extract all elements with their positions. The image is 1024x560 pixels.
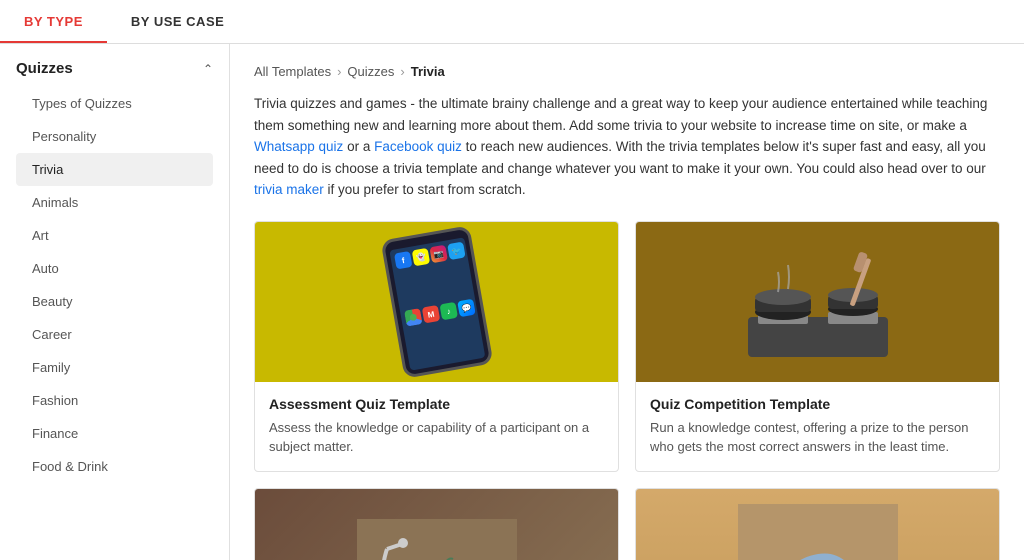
sidebar-item-finance[interactable]: Finance [16,417,213,450]
card-competition-title: Quiz Competition Template [650,396,985,412]
sidebar-item-fashion[interactable]: Fashion [16,384,213,417]
tab-by-type[interactable]: BY TYPE [0,0,107,43]
health-svg [357,519,517,560]
sidebar-section-quizzes: Quizzes ⌃ Types of Quizzes Personality T… [0,44,229,483]
card-assessment-image: f 👻 📷 🐦 M ♪ 💬 [255,222,618,382]
card-health[interactable] [254,488,619,560]
sidebar-item-types-of-quizzes[interactable]: Types of Quizzes [16,87,213,120]
cards-grid: f 👻 📷 🐦 M ♪ 💬 As [254,221,1000,560]
sidebar-item-animals[interactable]: Animals [16,186,213,219]
sidebar: Quizzes ⌃ Types of Quizzes Personality T… [0,44,230,560]
content-area: All Templates › Quizzes › Trivia Trivia … [230,44,1024,560]
main-layout: Quizzes ⌃ Types of Quizzes Personality T… [0,44,1024,560]
description-text-2: or a [343,139,374,154]
twitter-app-icon: 🐦 [447,242,466,261]
chrome-app-icon [404,308,423,327]
card-health-image [255,489,618,560]
sidebar-item-auto[interactable]: Auto [16,252,213,285]
sidebar-item-family[interactable]: Family [16,351,213,384]
trivia-maker-link[interactable]: trivia maker [254,182,324,197]
sidebar-item-art[interactable]: Art [16,219,213,252]
phone-mockup-container: f 👻 📷 🐦 M ♪ 💬 [380,225,493,379]
card-quiz-competition[interactable]: Quiz Competition Template Run a knowledg… [635,221,1000,472]
breadcrumb-current: Trivia [411,64,445,79]
cooking-svg [738,237,898,367]
card-assessment-desc: Assess the knowledge or capability of a … [269,418,604,457]
sidebar-section-header: Quizzes ⌃ [16,60,213,77]
facebook-app-icon: f [393,251,412,270]
sidebar-item-career[interactable]: Career [16,318,213,351]
phone-mockup: f 👻 📷 🐦 M ♪ 💬 [380,225,493,379]
spotify-app-icon: ♪ [439,302,458,321]
instagram-app-icon: 📷 [429,245,448,264]
chevron-up-icon[interactable]: ⌃ [203,62,213,76]
description-text-4: if you prefer to start from scratch. [324,182,526,197]
sidebar-section-title: Quizzes [16,60,73,77]
card-assessment-body: Assessment Quiz Template Assess the know… [255,382,618,471]
card-assessment-quiz[interactable]: f 👻 📷 🐦 M ♪ 💬 As [254,221,619,472]
breadcrumb-sep-1: › [337,64,341,79]
sidebar-item-trivia[interactable]: Trivia [16,153,213,186]
page-description: Trivia quizzes and games - the ultimate … [254,93,1000,201]
description-text-1: Trivia quizzes and games - the ultimate … [254,96,987,133]
sidebar-item-beauty[interactable]: Beauty [16,285,213,318]
gmail-app-icon: M [421,305,440,324]
sidebar-item-food-drink[interactable]: Food & Drink [16,450,213,483]
phone-screen: f 👻 📷 🐦 M ♪ 💬 [389,237,485,370]
card-competition-body: Quiz Competition Template Run a knowledg… [636,382,999,471]
breadcrumb-all-templates[interactable]: All Templates [254,64,331,79]
breadcrumb-sep-2: › [400,64,404,79]
card-car-image [636,489,999,560]
card-car[interactable] [635,488,1000,560]
whatsapp-quiz-link[interactable]: Whatsapp quiz [254,139,343,154]
car-svg [738,504,898,560]
sidebar-item-personality[interactable]: Personality [16,120,213,153]
facebook-quiz-link[interactable]: Facebook quiz [374,139,462,154]
breadcrumb: All Templates › Quizzes › Trivia [254,64,1000,79]
card-competition-desc: Run a knowledge contest, offering a priz… [650,418,985,457]
breadcrumb-quizzes[interactable]: Quizzes [347,64,394,79]
tab-by-use-case[interactable]: BY USE CASE [107,0,248,43]
messenger-app-icon: 💬 [457,299,476,318]
card-competition-image [636,222,999,382]
snapchat-app-icon: 👻 [411,248,430,267]
top-nav: BY TYPE BY USE CASE [0,0,1024,44]
card-assessment-title: Assessment Quiz Template [269,396,604,412]
